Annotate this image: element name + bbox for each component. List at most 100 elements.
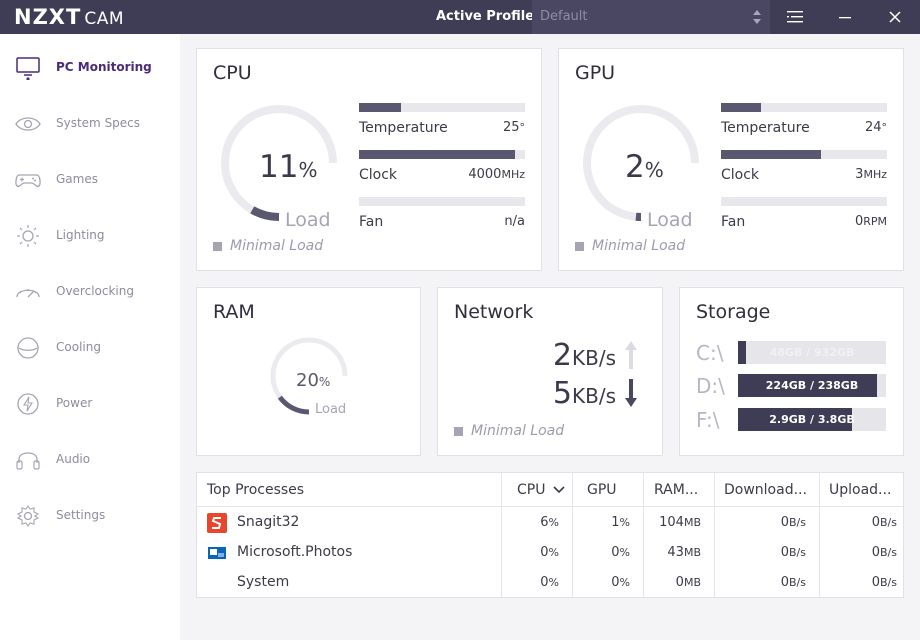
process-download: 0B/s — [780, 575, 806, 590]
sidebar: PC Monitoring System Specs Games Lightin… — [0, 34, 180, 640]
sidebar-item-label: Lighting — [56, 228, 105, 242]
process-gpu: 0% — [611, 545, 630, 560]
cpu-status: Minimal Load — [213, 238, 323, 254]
sidebar-item-overclocking[interactable]: Overclocking — [0, 272, 180, 312]
storage-drive-f: F:\ 2.9GB / 3.8GB — [696, 408, 888, 432]
gpu-card[interactable]: GPU 2% Load Minimal Load Temperature 24°… — [558, 48, 904, 271]
network-card[interactable]: Network 2KB/s 5KB/s Minimal Load — [437, 287, 663, 456]
status-dot — [213, 241, 222, 251]
cpu-clock-metric: Clock 4000MHz — [359, 150, 525, 183]
sun-icon — [17, 225, 39, 247]
process-gpu: 0% — [611, 575, 630, 590]
sidebar-item-system-specs[interactable]: System Specs — [0, 104, 180, 144]
eye-icon — [15, 117, 41, 131]
table-row[interactable]: Snagit32 6% 1% 104MB 0B/s 0B/s — [197, 508, 903, 538]
speedometer-icon — [16, 289, 40, 298]
status-dot — [575, 241, 584, 251]
sidebar-item-settings[interactable]: Settings — [0, 496, 180, 536]
menu-icon — [787, 11, 803, 23]
sidebar-item-pc-monitoring[interactable]: PC Monitoring — [0, 48, 180, 88]
sidebar-item-label: Cooling — [56, 340, 101, 354]
process-name: Microsoft.Photos — [237, 544, 353, 560]
sidebar-item-cooling[interactable]: Cooling — [0, 328, 180, 368]
sidebar-item-lighting[interactable]: Lighting — [0, 216, 180, 256]
card-title: Network — [454, 301, 534, 323]
process-name: System — [237, 574, 290, 590]
header-top-processes: Top Processes — [207, 482, 305, 498]
active-profile-value: Default — [540, 9, 588, 24]
process-upload: 0B/s — [871, 515, 897, 530]
process-upload: 0B/s — [871, 545, 897, 560]
cpu-card[interactable]: CPU 11% Load Minimal Load Temperature 25… — [196, 48, 542, 271]
storage-drive-c: C:\ 48GB / 932GB — [696, 341, 888, 365]
gpu-clock-metric: Clock 3MHz — [721, 150, 887, 183]
gamepad-icon — [15, 174, 41, 188]
cpu-fan-metric: Fan n/a — [359, 197, 525, 230]
process-ram: 43MB — [667, 545, 701, 560]
minimize-icon — [839, 17, 851, 19]
gear-icon — [16, 505, 40, 527]
upload-arrow-icon — [625, 341, 637, 369]
process-download: 0B/s — [780, 545, 806, 560]
close-button[interactable] — [870, 0, 920, 34]
ram-card[interactable]: RAM 20% Load — [196, 287, 421, 456]
sidebar-item-label: Settings — [56, 508, 106, 522]
status-dot — [454, 426, 463, 436]
table-header: Top Processes CPU GPU RAM... Download...… — [197, 473, 903, 507]
gpu-load-value: 2% — [625, 149, 664, 185]
process-download: 0B/s — [780, 515, 806, 530]
process-cpu: 0% — [540, 545, 559, 560]
process-name: Snagit32 — [237, 514, 300, 530]
gpu-load-label: Load — [647, 209, 693, 231]
process-cpu: 0% — [540, 575, 559, 590]
select-arrows-icon — [753, 10, 761, 24]
card-title: Storage — [696, 301, 771, 323]
card-title: GPU — [575, 62, 616, 84]
card-title: CPU — [213, 62, 252, 84]
close-icon — [889, 11, 901, 23]
process-ram: 0MB — [675, 575, 701, 590]
sidebar-item-games[interactable]: Games — [0, 160, 180, 200]
app-logo: NZXT CAM — [14, 5, 124, 29]
sidebar-item-label: Games — [56, 172, 98, 186]
headphones-icon — [16, 452, 40, 470]
sidebar-item-label: PC Monitoring — [56, 60, 152, 74]
bolt-icon — [17, 393, 39, 415]
sidebar-item-power[interactable]: Power — [0, 384, 180, 424]
storage-drive-d: D:\ 224GB / 238GB — [696, 374, 888, 398]
card-title: RAM — [213, 301, 255, 323]
title-bar: NZXT CAM Active Profile: Default — [0, 0, 920, 34]
table-row[interactable]: System 0% 0% 0MB 0B/s 0B/s — [197, 568, 903, 598]
download-rate: 5KB/s — [552, 376, 616, 411]
process-gpu: 1% — [611, 515, 630, 530]
product-name: CAM — [84, 9, 124, 29]
process-ram: 104MB — [659, 515, 701, 530]
table-row[interactable]: Microsoft.Photos 0% 0% 43MB 0B/s 0B/s — [197, 538, 903, 568]
top-processes-table: Top Processes CPU GPU RAM... Download...… — [196, 472, 904, 598]
sidebar-item-label: Overclocking — [56, 284, 134, 298]
network-status: Minimal Load — [454, 423, 564, 439]
download-arrow-icon — [625, 379, 637, 407]
sidebar-item-audio[interactable]: Audio — [0, 440, 180, 480]
sidebar-item-label: System Specs — [56, 116, 141, 130]
sidebar-item-label: Power — [56, 396, 93, 410]
header-gpu[interactable]: GPU — [587, 473, 617, 507]
upload-rate: 2KB/s — [552, 338, 616, 373]
gpu-temperature-metric: Temperature 24° — [721, 103, 887, 136]
minimize-button[interactable] — [820, 0, 870, 34]
active-profile-label: Active Profile: — [436, 9, 540, 24]
header-cpu[interactable]: CPU — [517, 473, 565, 507]
storage-card[interactable]: Storage C:\ 48GB / 932GB D:\ 224GB / 238… — [679, 287, 904, 456]
cpu-temperature-metric: Temperature 25° — [359, 103, 525, 136]
monitor-icon — [16, 57, 40, 80]
cpu-load-label: Load — [285, 209, 331, 231]
menu-button[interactable] — [770, 0, 820, 34]
cpu-load-value: 11% — [259, 149, 318, 185]
snagit-icon — [207, 513, 227, 533]
active-profile-select[interactable]: Default — [532, 0, 770, 34]
header-ram[interactable]: RAM... — [654, 473, 698, 507]
process-upload: 0B/s — [871, 575, 897, 590]
header-download[interactable]: Download... — [724, 473, 807, 507]
header-upload[interactable]: Upload... — [829, 473, 891, 507]
gpu-status: Minimal Load — [575, 238, 685, 254]
